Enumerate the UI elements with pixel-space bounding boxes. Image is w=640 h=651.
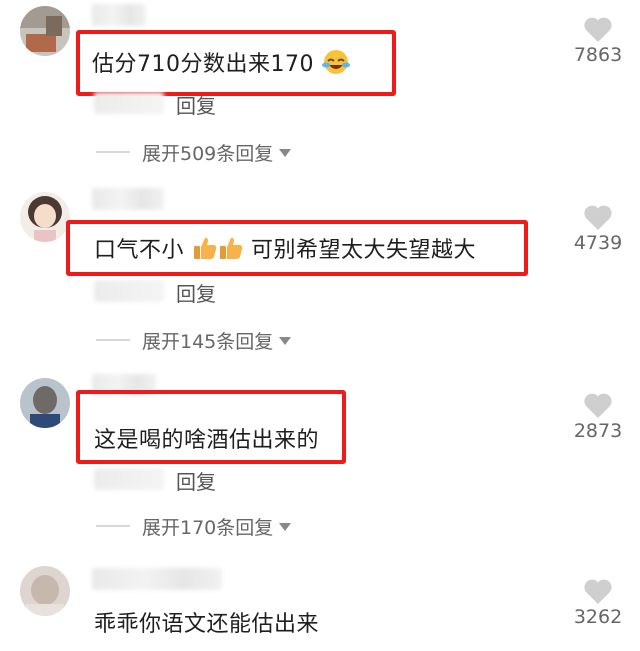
- like-button[interactable]: 3262: [568, 578, 628, 628]
- like-count: 4739: [573, 232, 623, 254]
- divider: [96, 339, 130, 341]
- chevron-down-icon: [279, 337, 292, 345]
- avatar[interactable]: [20, 6, 70, 56]
- comment-text: 这是喝的啥酒估出来的: [94, 428, 320, 453]
- expand-replies-label: 展开170条回复: [142, 516, 274, 539]
- chevron-down-icon: [279, 149, 292, 157]
- heart-icon: [584, 579, 612, 604]
- like-button[interactable]: 7863: [568, 16, 628, 66]
- reply-button[interactable]: 回复: [176, 90, 216, 119]
- divider: [96, 151, 130, 153]
- like-button[interactable]: 2873: [568, 392, 628, 442]
- like-button[interactable]: 4739: [568, 204, 628, 254]
- reply-button[interactable]: 回复: [176, 278, 216, 307]
- reply-user-blurred: [94, 468, 164, 490]
- comment-text: 乖乖你语文还能估出来: [94, 612, 320, 637]
- divider: [96, 525, 130, 527]
- heart-icon: [584, 205, 612, 230]
- username-blurred[interactable]: [92, 4, 146, 26]
- username-blurred[interactable]: [92, 568, 222, 590]
- comment-text: 口气不小 可别希望太大失望越大: [94, 232, 476, 267]
- thumbs-up-emoji: [192, 235, 218, 267]
- username-blurred[interactable]: [92, 188, 164, 210]
- like-count: 3262: [573, 606, 623, 628]
- reply-user-blurred: [94, 92, 164, 114]
- expand-replies-button[interactable]: 展开509条回复: [96, 140, 292, 165]
- reply-button[interactable]: 回复: [176, 466, 216, 495]
- reply-user-blurred: [94, 280, 164, 302]
- chevron-down-icon: [279, 523, 292, 531]
- expand-replies-button[interactable]: 展开145条回复: [96, 328, 292, 353]
- thumbs-up-emoji: [218, 235, 244, 267]
- like-count: 7863: [573, 44, 623, 66]
- expand-replies-label: 展开509条回复: [142, 142, 274, 165]
- expand-replies-label: 展开145条回复: [142, 330, 274, 353]
- heart-icon: [584, 393, 612, 418]
- comment-text: 估分710分数出来170: [92, 46, 351, 82]
- avatar[interactable]: [20, 378, 70, 428]
- like-count: 2873: [573, 420, 623, 442]
- heart-icon: [584, 17, 612, 42]
- avatar[interactable]: [20, 566, 70, 616]
- avatar[interactable]: [20, 192, 70, 242]
- expand-replies-button[interactable]: 展开170条回复: [96, 514, 292, 539]
- rolling-laughing-emoji: [321, 48, 351, 82]
